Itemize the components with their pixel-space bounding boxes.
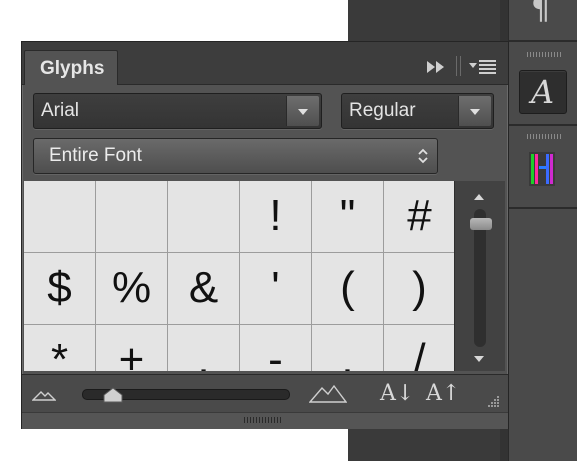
- glyph-cell[interactable]: $: [24, 253, 96, 325]
- paragraph-panel-button[interactable]: ¶: [519, 0, 565, 28]
- font-style-value: Regular: [349, 100, 416, 121]
- increase-font-size-button[interactable]: A↑: [426, 381, 460, 406]
- scroll-up-icon[interactable]: [474, 194, 484, 200]
- panel-drag-grip[interactable]: [244, 417, 282, 423]
- character-icon: A: [531, 73, 555, 111]
- glyph-cell[interactable]: ,: [168, 325, 240, 371]
- glyph-character: ): [412, 263, 427, 312]
- glyph-character: ,: [197, 335, 210, 371]
- glyph-cell[interactable]: ": [312, 181, 384, 253]
- glyph-cell[interactable]: %: [96, 253, 168, 325]
- font-family-dropdown-button[interactable]: [286, 96, 319, 126]
- glyph-character: &: [188, 263, 219, 312]
- panel-footer: [22, 412, 508, 429]
- glyph-character: -: [268, 335, 283, 371]
- glyph-grid-scrollbar[interactable]: [454, 181, 505, 371]
- scroll-thumb[interactable]: [470, 218, 492, 230]
- zoom-in-icon[interactable]: [309, 383, 347, 403]
- glyph-cell[interactable]: &: [168, 253, 240, 325]
- glyphs-panel-button[interactable]: [519, 148, 565, 190]
- glyph-grid-viewport: ! " # $% & ' () * +, -. /: [24, 181, 454, 371]
- glyph-cell[interactable]: *: [24, 325, 96, 371]
- paragraph-icon: ¶: [531, 0, 551, 27]
- resize-grip-icon[interactable]: [484, 395, 500, 409]
- font-family-value: Arial: [41, 100, 80, 121]
- glyph-subset-value: Entire Font: [49, 145, 142, 166]
- glyph-character: $: [47, 263, 72, 312]
- glyph-cell[interactable]: -: [240, 325, 312, 371]
- header-divider: [456, 56, 461, 76]
- right-dock: ¶ A: [508, 0, 577, 461]
- panel-menu-icon[interactable]: [469, 60, 497, 74]
- scroll-down-icon[interactable]: [474, 356, 484, 362]
- glyph-character: !: [269, 191, 282, 240]
- dock-divider: [509, 40, 577, 42]
- glyph-character: %: [111, 263, 152, 312]
- glyph-character: *: [50, 335, 69, 371]
- dock-grip[interactable]: [527, 52, 561, 57]
- chevron-down-icon: [470, 109, 480, 115]
- glyph-grid: ! " # $% & ' () * +, -. /: [24, 181, 454, 371]
- zoom-out-icon[interactable]: [32, 389, 56, 401]
- tab-glyphs-label: Glyphs: [40, 58, 105, 79]
- glyph-cell[interactable]: /: [384, 325, 454, 371]
- glyph-character: .: [341, 335, 354, 371]
- glyphs-color-icon: [529, 152, 555, 186]
- zoom-slider-thumb[interactable]: [103, 387, 123, 403]
- up-down-arrows-icon: [418, 148, 428, 164]
- panel-header[interactable]: Glyphs: [22, 42, 508, 85]
- glyph-character: (: [340, 263, 355, 312]
- glyph-cell[interactable]: !: [240, 181, 312, 253]
- chevron-down-icon: [298, 109, 308, 115]
- panel-toolbar: A↓ A↑: [22, 374, 508, 413]
- font-family-select[interactable]: Arial: [33, 93, 322, 129]
- tab-glyphs[interactable]: Glyphs: [24, 50, 118, 85]
- glyph-cell[interactable]: #: [384, 181, 454, 253]
- glyph-cell[interactable]: ': [240, 253, 312, 325]
- font-style-dropdown-button[interactable]: [458, 96, 491, 126]
- glyph-cell[interactable]: +: [96, 325, 168, 371]
- character-panel-button[interactable]: A: [519, 70, 567, 114]
- glyph-cell[interactable]: [24, 181, 96, 253]
- glyph-cell[interactable]: .: [312, 325, 384, 371]
- glyph-cell[interactable]: (: [312, 253, 384, 325]
- dock-divider: [509, 207, 577, 209]
- decrease-font-size-button[interactable]: A↓: [380, 381, 414, 406]
- glyph-cell[interactable]: [96, 181, 168, 253]
- dock-divider: [509, 124, 577, 126]
- glyph-cell[interactable]: [168, 181, 240, 253]
- font-style-select[interactable]: Regular: [341, 93, 494, 129]
- glyph-cell[interactable]: ): [384, 253, 454, 325]
- glyph-character: +: [118, 335, 145, 371]
- dock-grip[interactable]: [527, 134, 561, 139]
- collapse-panel-icon[interactable]: [426, 60, 446, 74]
- glyph-subset-select[interactable]: Entire Font: [33, 138, 438, 174]
- glyph-character: ": [339, 191, 356, 240]
- glyph-character: /: [413, 335, 426, 371]
- glyphs-panel: Glyphs Arial Regular Entire Font ! " # $% & '…: [21, 41, 509, 429]
- glyph-character: #: [407, 191, 432, 240]
- glyph-character: ': [271, 263, 280, 312]
